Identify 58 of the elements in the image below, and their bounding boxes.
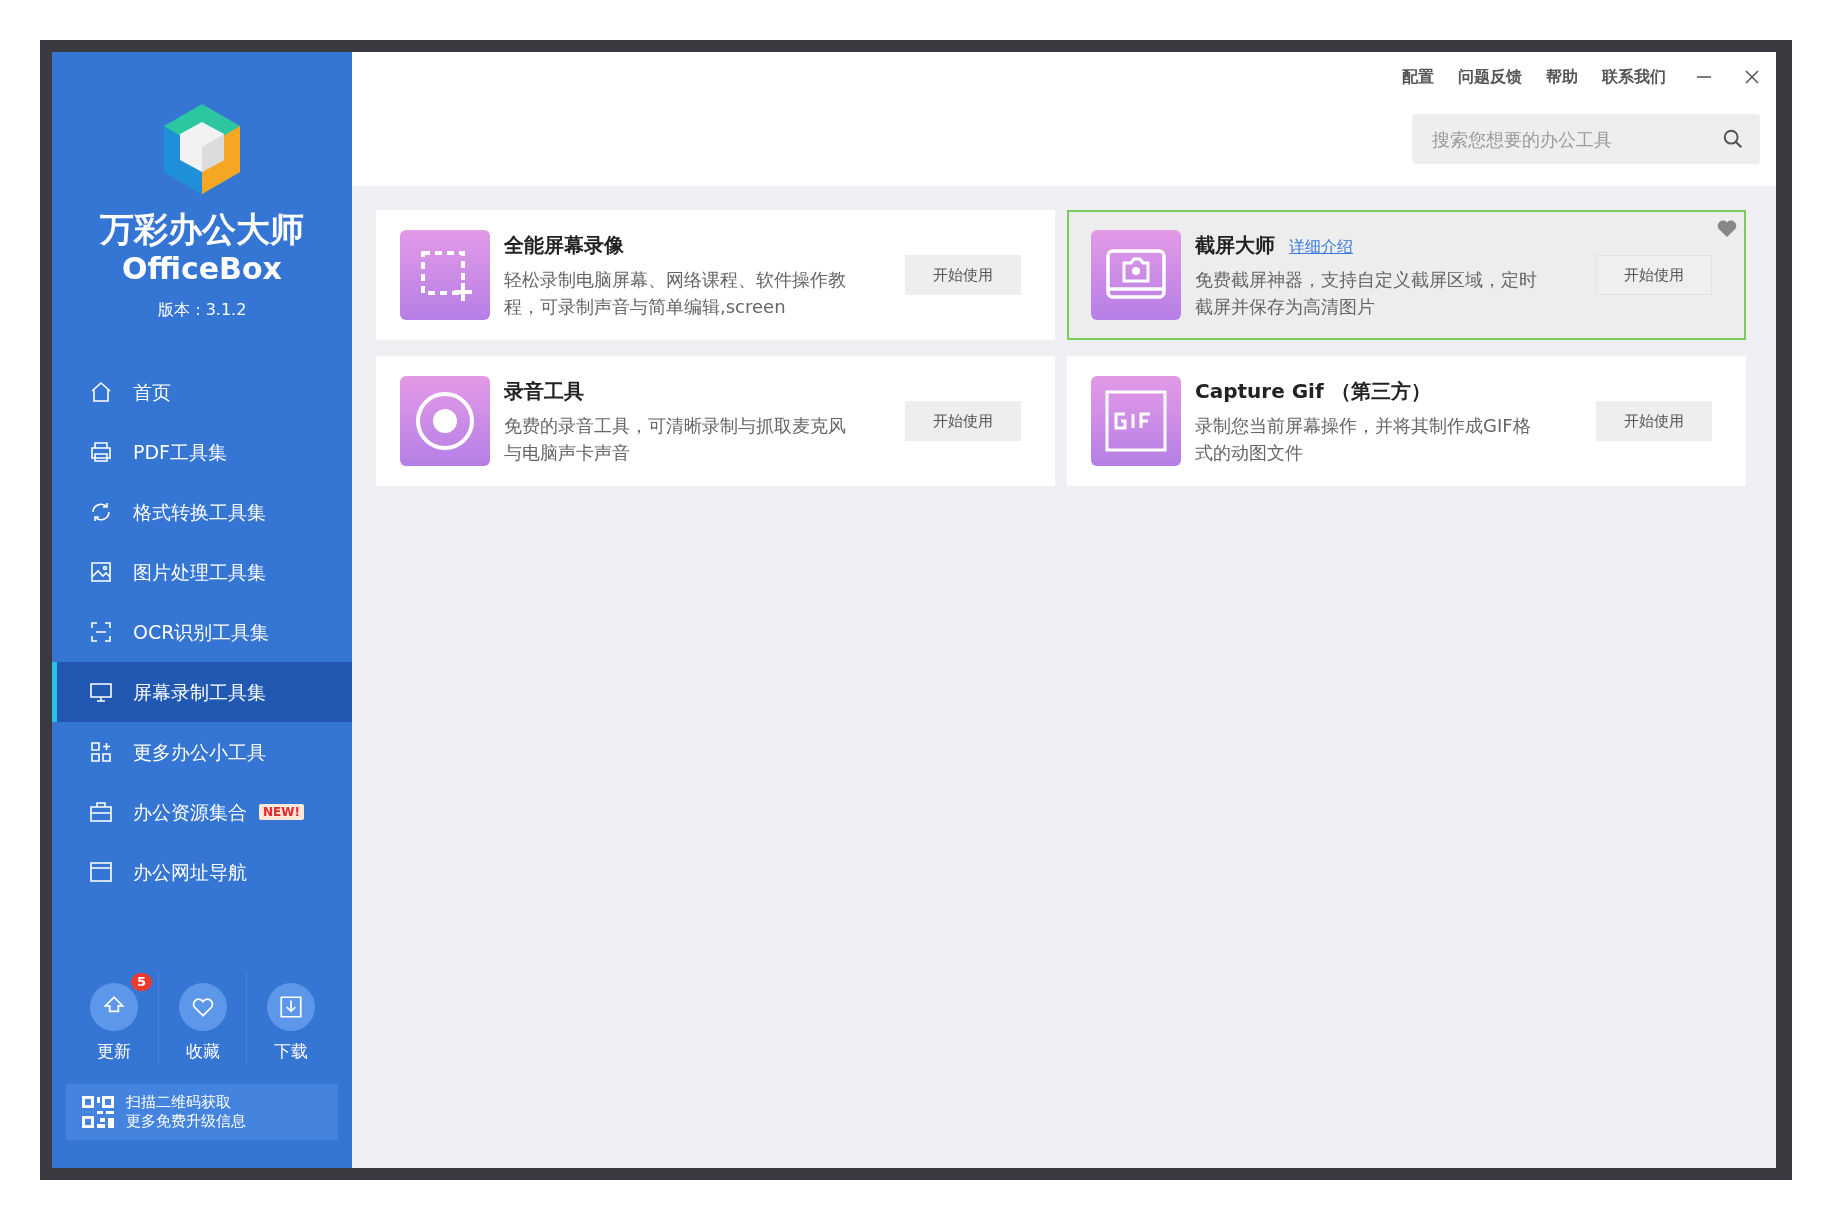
details-link[interactable]: 详细介绍 [1289, 235, 1353, 259]
sidebar-bottom-button[interactable]: 下载 [252, 972, 329, 1064]
top-menu-link[interactable]: 配置 [1402, 65, 1434, 89]
pdf-printer-icon [89, 440, 113, 464]
qr-info-text: 更多免费升级信息 [126, 1112, 246, 1131]
count-badge: 5 [130, 972, 152, 991]
tool-description: 免费截屏神器，支持自定义截屏区域，定时截屏并保存为高清图片 [1195, 268, 1538, 319]
sidebar-item[interactable]: PDF工具集 [52, 422, 352, 482]
top-menu-link[interactable]: 联系我们 [1602, 65, 1666, 89]
tool-card[interactable]: 录音工具 免费的录音工具，可清晰录制与抓取麦克风与电脑声卡声音 开始使用 [376, 356, 1055, 486]
tool-card[interactable]: Capture Gif （第三方） 录制您当前屏幕操作，并将其制作成GIF格式的动图文件 开始使用 [1067, 356, 1746, 486]
sidebar-item[interactable]: OCR识别工具集 [52, 602, 352, 662]
screen-record-icon [400, 230, 490, 320]
tool-title: Capture Gif （第三方） [1195, 378, 1431, 405]
gif-frame-icon [1091, 376, 1181, 466]
briefcase-icon [89, 800, 113, 824]
app-title: 万彩办公大师 [100, 208, 304, 250]
sidebar-item[interactable]: 办公网址导航 [52, 842, 352, 902]
start-button[interactable]: 开始使用 [905, 401, 1021, 441]
sidebar-bottom-button[interactable]: 更新 5 [76, 972, 152, 1064]
tool-title: 录音工具 [504, 378, 584, 405]
new-badge: NEW! [259, 804, 304, 820]
top-menu-link[interactable]: 帮助 [1546, 65, 1578, 89]
camera-screen-icon [1091, 230, 1181, 320]
search-field[interactable]: 搜索您想要的办公工具 [1412, 114, 1760, 164]
image-icon [89, 560, 113, 584]
search-icon[interactable] [1722, 128, 1744, 150]
sidebar-item[interactable]: 屏幕录制工具集 [52, 662, 352, 722]
tool-card[interactable]: 全能屏幕录像 轻松录制电脑屏幕、网络课程、软件操作教程，可录制声音与简单编辑,screen 开始使用 [376, 210, 1055, 340]
scan-icon [89, 620, 113, 644]
start-button[interactable]: 开始使用 [905, 255, 1021, 295]
sidebar-item[interactable]: 办公资源集合 NEW! [52, 782, 352, 842]
close-icon[interactable] [1744, 69, 1760, 85]
sidebar-item[interactable]: 首页 [52, 362, 352, 422]
tool-description: 轻松录制电脑屏幕、网络课程、软件操作教程，可录制声音与简单编辑,screen [504, 268, 847, 319]
tool-description: 录制您当前屏幕操作，并将其制作成GIF格式的动图文件 [1195, 414, 1532, 465]
sidebar-item[interactable]: 图片处理工具集 [52, 542, 352, 602]
tool-title: 截屏大师 [1195, 232, 1275, 259]
browser-window-icon [89, 860, 113, 884]
monitor-icon [89, 680, 113, 704]
favorite-heart-icon[interactable] [1716, 218, 1738, 238]
top-menu-link[interactable]: 问题反馈 [1458, 65, 1522, 89]
sidebar-item[interactable]: 格式转换工具集 [52, 482, 352, 542]
home-icon [89, 380, 113, 404]
tool-title: 全能屏幕录像 [504, 232, 624, 259]
start-button[interactable]: 开始使用 [1596, 401, 1712, 441]
apps-grid-icon [89, 740, 113, 764]
tool-description: 免费的录音工具，可清晰录制与抓取麦克风与电脑声卡声音 [504, 414, 847, 465]
sidebar-bottom-button[interactable]: 收藏 [164, 972, 241, 1064]
qr-info-text: 扫描二维码获取 [126, 1093, 232, 1112]
start-button[interactable]: 开始使用 [1596, 255, 1712, 295]
sidebar-item[interactable]: 更多办公小工具 [52, 722, 352, 782]
version-text: 版本：3.1.2 [157, 299, 247, 321]
app-subtitle: OfficeBox [122, 250, 282, 288]
refresh-icon [89, 500, 113, 524]
qr-code-icon [80, 1094, 116, 1130]
download-icon [277, 993, 304, 1020]
tool-card[interactable]: 截屏大师 详细介绍 免费截屏神器，支持自定义截屏区域，定时截屏并保存为高清图片 开始使用 [1067, 210, 1746, 340]
